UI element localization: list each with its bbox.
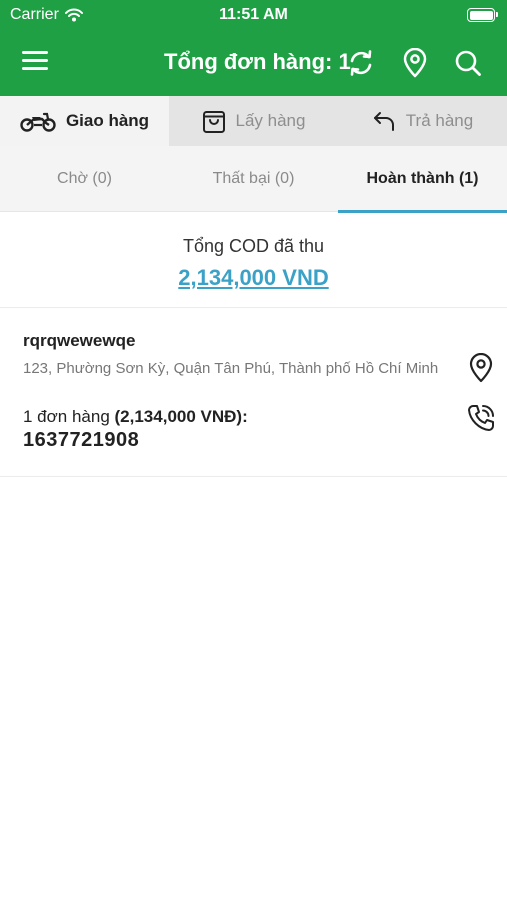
order-count: 1 đơn hàng: [23, 407, 110, 426]
tab-giao-hang[interactable]: Giao hàng: [0, 96, 169, 146]
motorbike-icon: [20, 112, 56, 132]
tab-lay-hang[interactable]: Lấy hàng: [169, 96, 338, 146]
phone-call-icon: [468, 405, 494, 431]
tab-label: Giao hàng: [65, 111, 150, 130]
order-map-button[interactable]: [464, 351, 498, 385]
return-arrow-icon: [373, 112, 394, 131]
search-icon: [455, 50, 481, 76]
tab-tra-hang[interactable]: Trả hàng: [338, 96, 507, 146]
tab-failed[interactable]: Thất bại (0): [169, 146, 338, 212]
order-item[interactable]: rqrqwewewqe 123, Phường Sơn Kỳ, Quận Tân…: [0, 309, 507, 477]
battery-icon: [467, 8, 498, 22]
page-title: Tổng đơn hàng: 1: [164, 49, 351, 74]
status-tab-bar: Chờ (0) Thất bại (0) Hoàn thành (1): [0, 146, 507, 213]
tab-completed[interactable]: Hoàn thành (1): [338, 146, 507, 213]
map-pin-icon: [469, 353, 493, 383]
menu-icon: [22, 51, 48, 70]
main-tab-bar: Giao hàng Lấy hàng Trả hàng: [0, 96, 507, 146]
order-summary: 1 đơn hàng (2,134,000 VNĐ):: [23, 407, 248, 427]
app-header: Carrier 11:51 AM Tổng đơn hàng: 1: [0, 0, 507, 96]
cod-label: Tổng COD đã thu: [182, 236, 325, 256]
map-pin-icon: [403, 48, 427, 78]
tab-label: Trả hàng: [405, 111, 474, 130]
map-button[interactable]: [397, 45, 433, 81]
tab-pending[interactable]: Chờ (0): [0, 146, 169, 212]
order-call-button[interactable]: [464, 401, 498, 435]
customer-address: 123, Phường Sơn Kỳ, Quận Tân Phú, Thành …: [23, 360, 439, 377]
tab-label: Lấy hàng: [235, 111, 306, 130]
order-amount: (2,134,000 VNĐ):: [114, 407, 248, 426]
customer-phone: 1637721908: [23, 429, 140, 451]
shopping-bag-icon: [202, 111, 225, 133]
customer-name: rqrqwewewqe: [23, 331, 136, 350]
status-time: 11:51 AM: [219, 6, 288, 23]
refresh-button[interactable]: [343, 45, 379, 81]
cod-summary: Tổng COD đã thu 2,134,000 VND: [0, 212, 507, 308]
nav-bar: Tổng đơn hàng: 1: [0, 36, 507, 92]
refresh-icon: [350, 50, 372, 76]
search-button[interactable]: [450, 45, 486, 81]
menu-button[interactable]: [22, 46, 62, 76]
cod-total-link[interactable]: 2,134,000 VND: [178, 265, 328, 291]
status-bar: Carrier 11:51 AM: [0, 0, 507, 30]
